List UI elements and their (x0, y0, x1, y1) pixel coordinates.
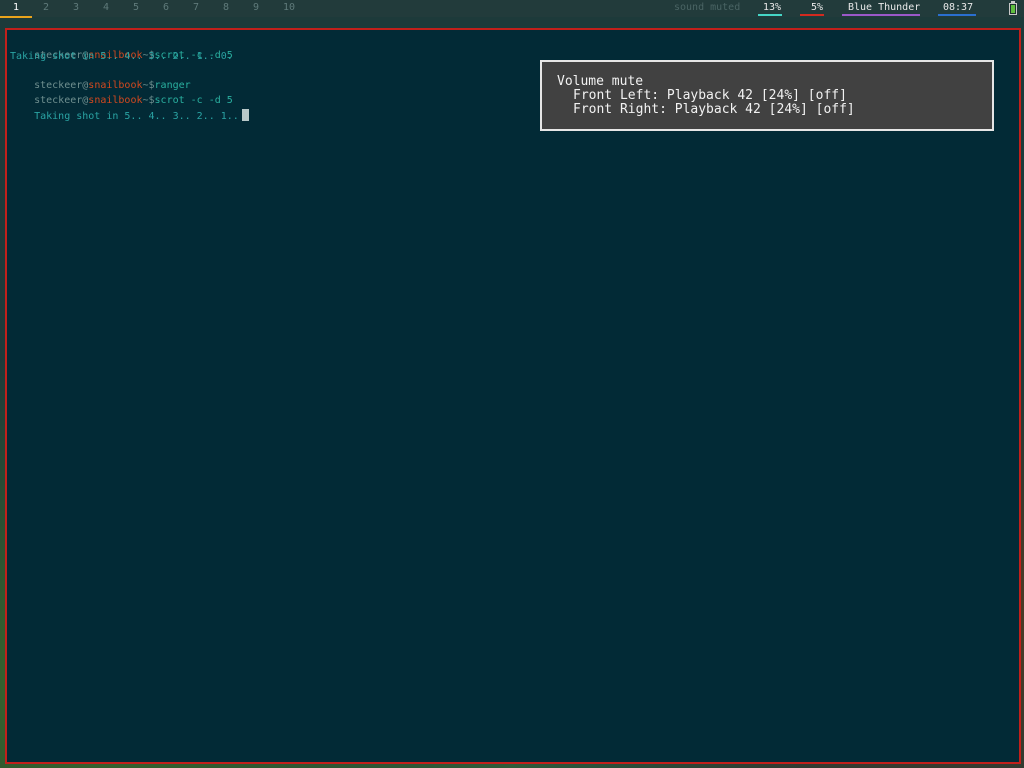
terminal-output-text: Taking shot in 5.. 4.. 3.. 2.. 1.. (34, 111, 239, 122)
terminal-output-line: Taking shot in 5.. 4.. 3.. 2.. 1.. 0. (10, 51, 233, 62)
notification-front-left: Front Left: Playback 42 [24%] [off] (573, 88, 847, 103)
terminal-line: steckeer@snailbook~$ranger (10, 65, 191, 91)
text-cursor (241, 109, 249, 121)
notification-front-right: Front Right: Playback 42 [24%] [off] (573, 102, 855, 117)
sound-status: sound muted (674, 2, 741, 13)
workspace-9[interactable]: 9 (244, 2, 268, 13)
workspace-8[interactable]: 8 (214, 2, 238, 13)
workspace-3[interactable]: 3 (64, 2, 88, 13)
terminal-line: steckeer@snailbook~$scrot -c -d 5 (10, 35, 233, 61)
terminal-window[interactable]: steckeer@snailbook~$scrot -c -d 5 Taking… (5, 28, 1021, 764)
battery-icon (1009, 1, 1017, 15)
stat-a-underline (758, 14, 782, 16)
workspace-2[interactable]: 2 (34, 2, 58, 13)
workspace-10[interactable]: 10 (277, 2, 301, 13)
clock: 08:37 (943, 2, 974, 13)
terminal-line: Taking shot in 5.. 4.. 3.. 2.. 1.. (10, 95, 249, 122)
workspace-4[interactable]: 4 (94, 2, 118, 13)
top-status-bar: 1 2 3 4 5 6 7 8 9 10 sound muted 13% 5% … (0, 0, 1024, 18)
stat-b-value: 5% (811, 2, 824, 13)
workspace-7[interactable]: 7 (184, 2, 208, 13)
workspace-1[interactable]: 1 (0, 2, 32, 18)
volume-notification[interactable]: Volume mute Front Left: Playback 42 [24%… (540, 60, 994, 131)
workspace-6[interactable]: 6 (154, 2, 178, 13)
network-name: Blue Thunder (848, 2, 921, 13)
clock-underline (938, 14, 976, 16)
workspace-5[interactable]: 5 (124, 2, 148, 13)
terminal-line: steckeer@snailbook~$scrot -c -d 5 (10, 80, 233, 106)
stat-a-value: 13% (763, 2, 782, 13)
stat-b-underline (800, 14, 824, 16)
network-underline (842, 14, 920, 16)
notification-title: Volume mute (557, 74, 644, 89)
